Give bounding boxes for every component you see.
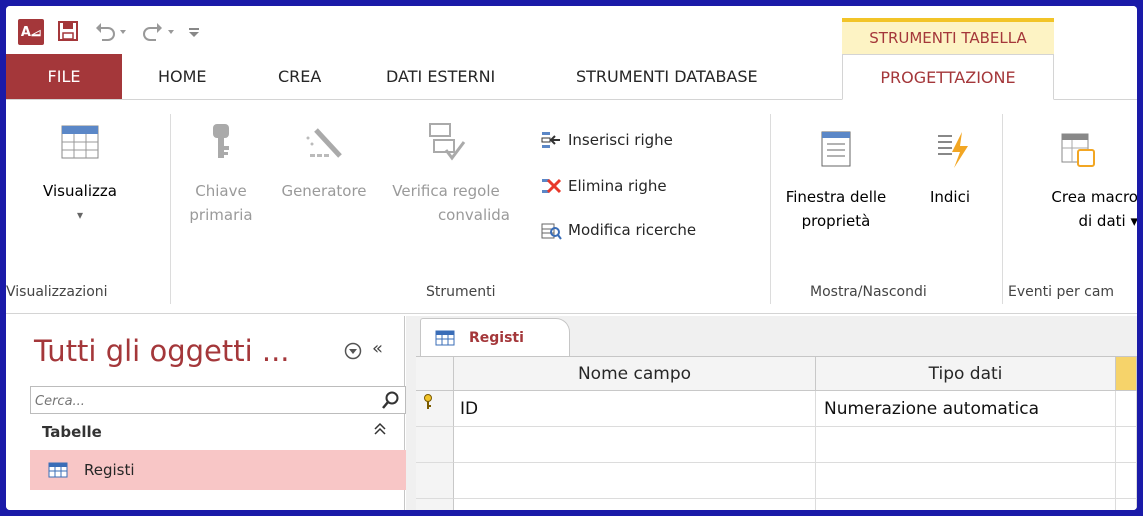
nav-collapse-icon[interactable]: « [372, 338, 383, 359]
generatore-button[interactable]: Generatore [268, 122, 380, 203]
redo-icon[interactable] [142, 20, 178, 42]
description-cell[interactable] [1116, 499, 1137, 510]
field-name-cell[interactable]: ID [454, 391, 816, 427]
indici-button[interactable]: Indici [920, 130, 980, 209]
data-type-cell[interactable] [816, 463, 1116, 499]
save-icon[interactable] [58, 20, 78, 42]
modifica-ricerche-label: Modifica ricerche [568, 221, 697, 239]
row-selector[interactable] [416, 427, 454, 463]
document-area: Registi Nome campo Tipo dati ID Numerazi… [406, 316, 1137, 510]
select-all-corner[interactable] [416, 357, 454, 391]
verifica-label: Verifica regole [392, 182, 500, 200]
search-box [30, 386, 406, 414]
elimina-righe-button[interactable]: Elimina righe [540, 176, 667, 196]
wand-icon [306, 128, 342, 158]
navigation-pane: Tutti gli oggetti ... « Tabelle Registi [6, 316, 406, 510]
data-type-cell[interactable] [816, 427, 1116, 463]
delete-rows-icon [542, 178, 562, 194]
validation-rules-icon [429, 123, 466, 161]
access-window: A⧡ STRUMENTI TABELLA FILE HOME CREA DATI… [6, 6, 1137, 510]
undo-icon[interactable] [94, 20, 130, 42]
document-tab-registi[interactable]: Registi [420, 318, 570, 356]
ribbon: Visualizza ▾ Chiave primaria Generatore … [6, 100, 1137, 314]
search-input[interactable] [35, 391, 365, 411]
customize-toolbar-icon[interactable] [186, 20, 202, 42]
verifica-regole-button[interactable]: Verifica regole convalida [378, 122, 514, 227]
nav-menu-dropdown-icon[interactable] [344, 342, 362, 364]
group-separator [170, 114, 171, 304]
key-icon [213, 124, 229, 158]
chevron-double-up-icon[interactable] [374, 422, 386, 440]
tab-strumenti-database[interactable]: STRUMENTI DATABASE [576, 54, 758, 99]
table-icon [435, 330, 455, 345]
field-name-cell[interactable] [454, 499, 816, 510]
indici-label: Indici [929, 188, 971, 206]
table-design-grid: Nome campo Tipo dati ID Numerazione auto… [416, 356, 1137, 510]
datasheet-view-icon [61, 125, 99, 159]
property-sheet-icon [821, 131, 851, 167]
nav-pane-title[interactable]: Tutti gli oggetti ... [34, 334, 290, 368]
ribbon-tabs: FILE HOME CREA DATI ESTERNI STRUMENTI DA… [6, 54, 1137, 100]
nav-item-registi[interactable]: Registi [30, 450, 406, 490]
generatore-label: Generatore [281, 182, 367, 200]
chiave-label-2: primaria [189, 206, 253, 224]
field-name-cell[interactable] [454, 463, 816, 499]
description-cell[interactable] [1116, 391, 1137, 427]
nav-group-label: Tabelle [42, 423, 102, 441]
description-cell[interactable] [1116, 463, 1137, 499]
primary-key-icon [424, 394, 432, 409]
verifica-label-2: convalida [437, 206, 510, 224]
tab-file[interactable]: FILE [6, 54, 122, 99]
group-label-eventi: Eventi per cam [1008, 284, 1115, 300]
group-label-mostra-nascondi: Mostra/Nascondi [810, 284, 927, 300]
column-header-nome-campo[interactable]: Nome campo [454, 357, 816, 391]
visualizza-arrow: ▾ [76, 208, 84, 222]
access-logo-icon: A⧡ [18, 19, 44, 45]
row-selector[interactable] [416, 499, 454, 510]
group-label-strumenti: Strumenti [426, 284, 496, 300]
tab-dati-esterni[interactable]: DATI ESTERNI [386, 54, 495, 99]
crea-macro-label: Crea macro [1051, 188, 1137, 206]
tab-progettazione[interactable]: PROGETTAZIONE [842, 54, 1054, 100]
field-name-cell[interactable] [454, 427, 816, 463]
data-type-cell[interactable] [816, 499, 1116, 510]
tab-crea[interactable]: CREA [278, 54, 321, 99]
elimina-righe-label: Elimina righe [568, 177, 667, 195]
document-tab-label: Registi [469, 329, 524, 346]
crea-macro-button[interactable]: Crea macro di dati ▾ [1018, 130, 1137, 233]
search-icon[interactable] [381, 390, 401, 414]
insert-rows-icon [541, 132, 560, 148]
group-separator [770, 114, 771, 304]
title-bar: A⧡ STRUMENTI TABELLA [6, 6, 1137, 54]
finestra-proprieta-button[interactable]: Finestra delle proprietà [778, 130, 894, 233]
tab-home[interactable]: HOME [158, 54, 207, 99]
chiave-primaria-button[interactable]: Chiave primaria [184, 122, 258, 227]
group-label-visualizzazioni: Visualizzazioni [6, 284, 108, 300]
table-icon [48, 462, 68, 478]
description-cell[interactable] [1116, 427, 1137, 463]
modifica-ricerche-button[interactable]: Modifica ricerche [540, 220, 696, 240]
chiave-label: Chiave [195, 182, 247, 200]
inserisci-righe-label: Inserisci righe [568, 131, 673, 149]
context-tab-header: STRUMENTI TABELLA [842, 18, 1054, 54]
nav-group-header[interactable]: Tabelle [30, 416, 406, 448]
data-type-cell[interactable]: Numerazione automatica [816, 391, 1116, 427]
lookup-icon [541, 223, 562, 240]
inserisci-righe-button[interactable]: Inserisci righe [540, 130, 673, 150]
row-selector-primary-key[interactable] [416, 391, 454, 427]
data-macro-icon [1061, 133, 1095, 167]
column-header-tipo-dati[interactable]: Tipo dati [816, 357, 1116, 391]
visualizza-button[interactable]: Visualizza ▾ [24, 122, 136, 227]
finestra-label-2: proprietà [801, 212, 871, 230]
column-header-descrizione[interactable] [1116, 357, 1137, 391]
group-separator [1002, 114, 1003, 304]
row-selector[interactable] [416, 463, 454, 499]
crea-macro-label-2: di dati ▾ [1078, 212, 1137, 230]
indexes-icon [938, 132, 968, 168]
finestra-label: Finestra delle [785, 188, 887, 206]
nav-item-label: Registi [84, 461, 135, 479]
visualizza-label: Visualizza [43, 182, 117, 200]
